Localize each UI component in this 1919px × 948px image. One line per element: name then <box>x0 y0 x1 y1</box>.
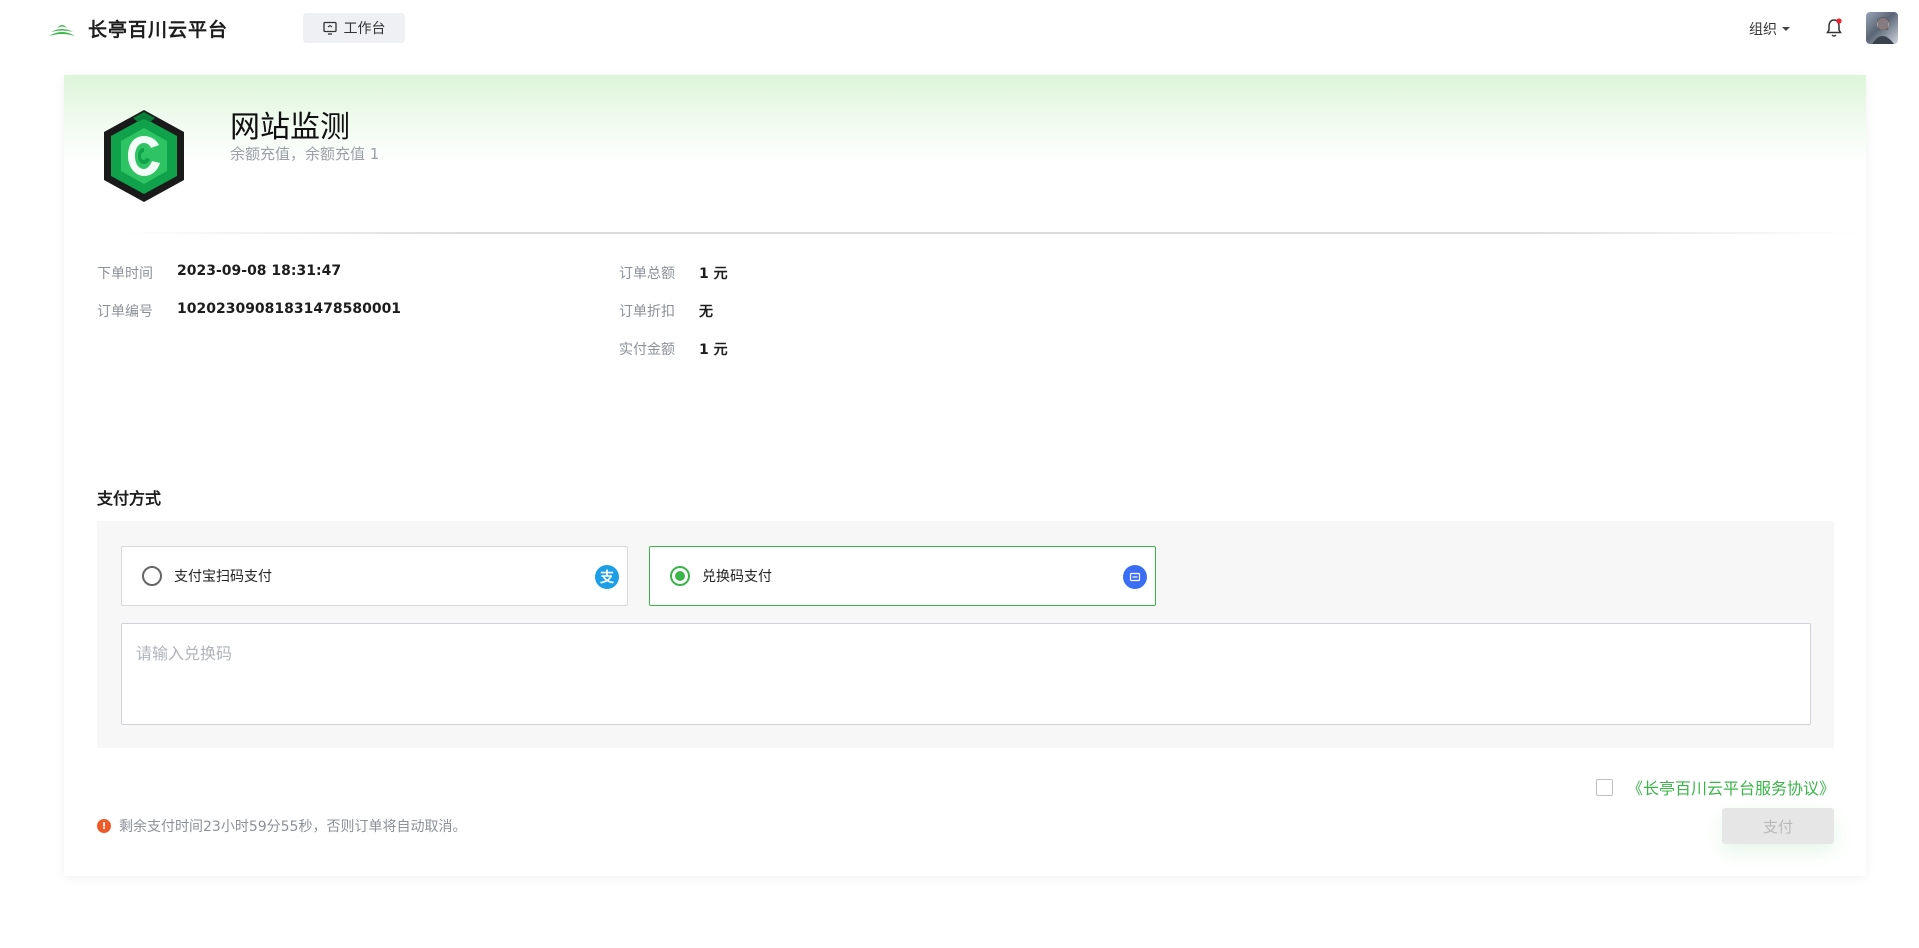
pay-button[interactable]: 支付 <box>1722 808 1834 844</box>
order-discount-value: 无 <box>699 304 713 320</box>
order-number-label: 订单编号 <box>97 304 153 320</box>
monitor-icon <box>322 21 337 35</box>
redeem-code-radio[interactable] <box>670 566 690 586</box>
order-time-label: 下单时间 <box>97 266 153 282</box>
countdown-text: 剩余支付时间23小时59分55秒，否则订单将自动取消。 <box>119 819 467 835</box>
order-number-row: 订单编号 10202309081831478580001 <box>97 301 401 321</box>
payment-countdown: ! 剩余支付时间23小时59分55秒，否则订单将自动取消。 <box>97 816 466 836</box>
alipay-label: 支付宝扫码支付 <box>174 569 272 585</box>
order-card: 网站监测 余额充值，余额充值 1 下单时间 2023-09-08 18:31:4… <box>64 75 1866 876</box>
service-agreement-link[interactable]: 《长亭百川云平台服务协议》 <box>1627 775 1835 799</box>
redeem-code-icon <box>1123 565 1147 589</box>
order-number-value: 10202309081831478580001 <box>177 301 402 317</box>
user-avatar[interactable] <box>1866 12 1898 44</box>
product-subtitle: 余额充值，余额充值 1 <box>230 145 380 163</box>
order-discount-row: 订单折扣 无 <box>619 301 713 321</box>
agreement-row: 《长亭百川云平台服务协议》 <box>1596 775 1835 799</box>
changting-logo-icon <box>49 24 75 36</box>
payment-method-title: 支付方式 <box>97 489 162 508</box>
actual-payment-label: 实付金额 <box>619 342 675 358</box>
order-total-label: 订单总额 <box>619 266 675 282</box>
order-total-row: 订单总额 1 元 <box>619 263 728 283</box>
brand-name: 长亭百川云平台 <box>88 19 229 41</box>
warning-icon: ! <box>97 819 111 833</box>
redeem-code-input[interactable] <box>121 623 1811 725</box>
product-title: 网站监测 <box>230 110 350 145</box>
avatar-image <box>1872 17 1894 44</box>
payment-option-alipay[interactable]: 支付宝扫码支付 支 <box>121 546 628 606</box>
alipay-radio[interactable] <box>142 566 162 586</box>
top-navigation-bar: 长亭百川云平台 工作台 组织 <box>0 0 1919 56</box>
order-total-value: 1 元 <box>699 266 728 282</box>
order-time-value: 2023-09-08 18:31:47 <box>177 263 342 279</box>
alipay-icon: 支 <box>595 565 619 589</box>
brand-logo[interactable]: 长亭百川云平台 <box>48 15 228 42</box>
bell-icon[interactable] <box>1824 17 1844 39</box>
workbench-label: 工作台 <box>343 21 386 37</box>
workbench-button[interactable]: 工作台 <box>303 13 405 43</box>
website-monitor-hex-icon <box>104 110 184 202</box>
redeem-code-label: 兑换码支付 <box>702 569 772 585</box>
org-dropdown[interactable]: 组织 <box>1749 19 1790 39</box>
actual-payment-row: 实付金额 1 元 <box>619 339 728 359</box>
actual-payment-value: 1 元 <box>699 342 728 358</box>
chevron-down-icon <box>1782 27 1790 31</box>
order-discount-label: 订单折扣 <box>619 304 675 320</box>
org-label: 组织 <box>1749 22 1777 38</box>
order-time-row: 下单时间 2023-09-08 18:31:47 <box>97 263 341 283</box>
payment-option-redeem-code[interactable]: 兑换码支付 <box>649 546 1156 606</box>
section-divider <box>118 232 1860 234</box>
payment-panel: 支付宝扫码支付 支 兑换码支付 <box>97 521 1834 748</box>
agreement-checkbox[interactable] <box>1596 778 1613 796</box>
